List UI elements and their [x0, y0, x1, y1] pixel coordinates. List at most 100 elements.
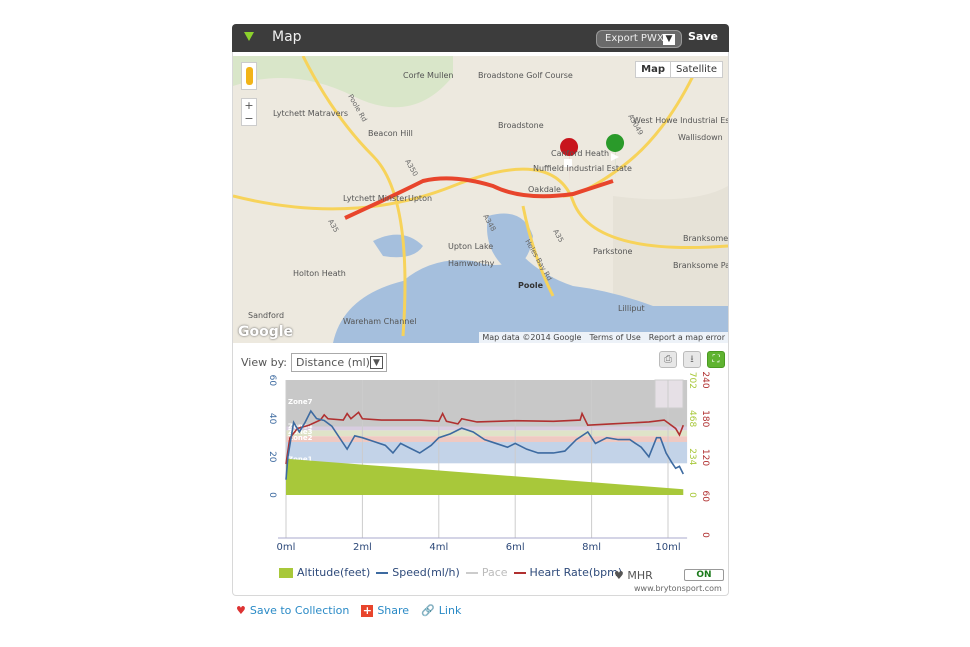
- chevron-down-icon: ▼: [370, 356, 383, 369]
- street-view-pegman-icon[interactable]: [241, 62, 257, 90]
- export-dropdown[interactable]: Export PWX ▼: [596, 30, 682, 48]
- panel-header: Map Export PWX ▼ Save: [232, 24, 729, 52]
- link-link[interactable]: 🔗 Link: [421, 604, 461, 617]
- heart-icon: ♥: [614, 569, 624, 582]
- chart: Zone7Zone4Zone3Zone2Zone10ml 2ml 4ml 6ml 8ml…: [267, 372, 710, 553]
- map-place-label: Parkstone: [593, 247, 633, 256]
- mhr-label: ♥ MHR: [614, 569, 653, 582]
- map-place-label: Broadstone: [498, 121, 544, 130]
- x-tick-label: 8ml: [582, 542, 601, 553]
- download-icon[interactable]: ⭳: [683, 351, 701, 368]
- speed-tick-label: 60: [267, 375, 277, 387]
- view-by-select[interactable]: Distance (ml) ▼: [291, 353, 387, 372]
- x-tick-label: 0ml: [277, 542, 296, 553]
- legend-altitude[interactable]: Altitude(feet): [279, 566, 370, 579]
- hr-tick-label: 180: [700, 410, 710, 427]
- map-place-label: Poole: [518, 281, 544, 290]
- legend-label: Speed(ml/h): [392, 566, 460, 579]
- map-place-label: Corfe Mullen: [403, 71, 453, 80]
- altitude-swatch: [279, 567, 293, 578]
- map-view[interactable]: Corfe Mullen Broadstone Golf Course Lytche…: [233, 56, 728, 343]
- pace-tick-label: 468: [687, 410, 697, 427]
- speed-swatch: [376, 571, 389, 574]
- hr-swatch: [513, 571, 526, 574]
- report-error-link[interactable]: Report a map error: [649, 333, 725, 342]
- map-place-label: Nuffield Industrial Estate: [533, 164, 632, 173]
- mhr-text: MHR: [627, 569, 653, 582]
- map-place-label: West Howe Industrial Estate: [633, 116, 728, 125]
- print-icon[interactable]: ⎙: [659, 351, 677, 368]
- legend-label: Altitude(feet): [297, 566, 371, 579]
- collapse-triangle-icon[interactable]: [244, 32, 254, 41]
- action-label: Share: [377, 604, 410, 617]
- map-place-label: Upton Lake: [448, 242, 493, 251]
- map-data-text: Map data ©2014 Google: [482, 333, 582, 342]
- x-tick-label: 4ml: [429, 542, 448, 553]
- map-place-label: Oakdale: [528, 185, 561, 194]
- altitude-area: [286, 458, 684, 495]
- view-by-label: View by:: [241, 356, 287, 369]
- zoom-in-button[interactable]: +: [242, 99, 256, 112]
- action-links: ♥ Save to Collection + Share 🔗 Link: [236, 604, 461, 617]
- legend-pace[interactable]: Pace: [465, 566, 508, 579]
- map-place-label: Hamworthy: [448, 259, 495, 268]
- map-place-label: Lytchett Matravers: [273, 109, 348, 118]
- map-place-label: Wareham Channel: [343, 317, 417, 326]
- map-place-label: Canford Heath: [551, 149, 609, 158]
- hr-tick-label: 120: [700, 449, 710, 466]
- map-place-label: Branksome: [683, 234, 728, 243]
- zoom-out-button[interactable]: −: [242, 112, 256, 125]
- plus-icon: +: [361, 603, 374, 617]
- action-label: Link: [438, 604, 462, 617]
- x-tick-label: 10ml: [655, 542, 680, 553]
- zoom-selector-box: [654, 379, 684, 409]
- mhr-toggle[interactable]: ON: [684, 569, 724, 581]
- pace-tick-label: 234: [687, 448, 697, 465]
- speed-tick-label: 0: [267, 492, 277, 498]
- save-to-collection-link[interactable]: ♥ Save to Collection: [236, 604, 349, 617]
- heart-icon: ♥: [236, 604, 246, 617]
- legend-speed[interactable]: Speed(ml/h): [376, 566, 460, 579]
- export-label: Export PWX: [605, 33, 664, 44]
- terms-link[interactable]: Terms of Use: [589, 333, 640, 342]
- legend-heart-rate[interactable]: Heart Rate(bpm): [513, 566, 622, 579]
- pace-swatch: [465, 571, 478, 574]
- x-tick-label: 6ml: [506, 542, 525, 553]
- map-place-label: Sandford: [248, 311, 284, 320]
- x-tick-label: 2ml: [353, 542, 372, 553]
- map-place-label: Upton: [408, 194, 432, 203]
- zone-band: [286, 380, 688, 427]
- map-place-label: Lilliput: [618, 304, 645, 313]
- map-place-label: Branksome Park: [673, 261, 728, 270]
- map-place-label: Beacon Hill: [368, 129, 413, 138]
- panel-title: Map: [272, 29, 302, 45]
- hr-tick-label: 240: [700, 372, 710, 389]
- hr-tick-label: 0: [700, 532, 710, 538]
- map-place-label: Holton Heath: [293, 269, 346, 278]
- link-icon: 🔗: [421, 604, 435, 617]
- map-type-satellite-button[interactable]: Satellite: [671, 62, 722, 77]
- share-link[interactable]: + Share: [361, 604, 409, 617]
- pace-tick-label: 702: [687, 372, 697, 389]
- google-logo: Google: [238, 324, 294, 340]
- fullscreen-icon[interactable]: ⛶: [707, 351, 725, 368]
- zone-band: [286, 430, 688, 437]
- legend-label: Pace: [481, 566, 508, 579]
- save-button[interactable]: Save: [688, 30, 718, 43]
- zone-band: [286, 442, 688, 464]
- view-by-value: Distance (ml): [296, 356, 370, 369]
- view-by-control: View by: Distance (ml) ▼: [241, 353, 387, 372]
- zoom-control[interactable]: + −: [241, 98, 257, 126]
- map-place-label: Broadstone Golf Course: [478, 71, 573, 80]
- speed-tick-label: 40: [267, 413, 277, 425]
- action-label: Save to Collection: [249, 604, 350, 617]
- map-type-map-button[interactable]: Map: [636, 62, 672, 77]
- pace-tick-label: 0: [687, 492, 697, 498]
- zone-label: Zone7: [288, 398, 313, 406]
- map-canvas: Corfe Mullen Broadstone Golf Course Lytche…: [233, 56, 728, 343]
- map-place-label: Lytchett Minster: [343, 194, 408, 203]
- map-attribution: Map data ©2014 Google Terms of Use Repor…: [479, 332, 728, 343]
- chart-legend: Altitude(feet) Speed(ml/h) Pace Heart Ra…: [279, 566, 622, 579]
- map-type-control: Map Satellite: [635, 61, 723, 78]
- speed-tick-label: 20: [267, 451, 277, 463]
